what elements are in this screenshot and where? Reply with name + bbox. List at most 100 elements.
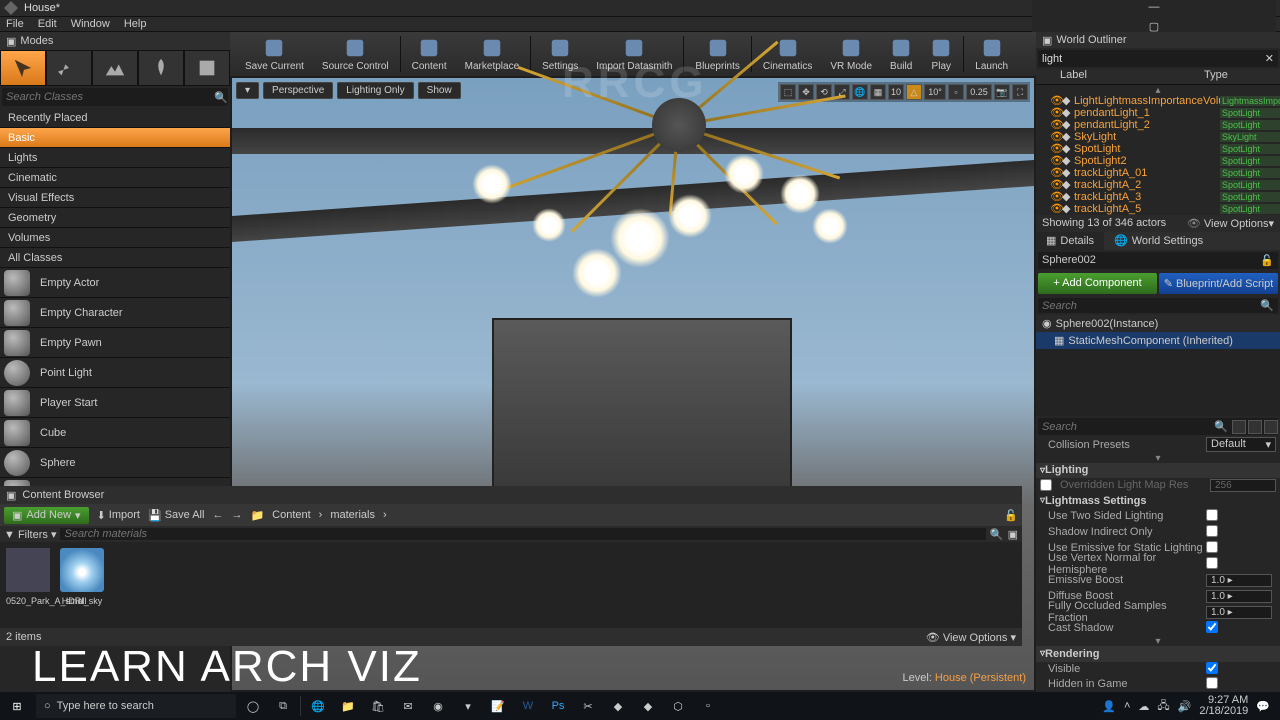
window-minimize[interactable]: — xyxy=(1147,0,1161,14)
tray-onedrive-icon[interactable]: ☁ xyxy=(1138,700,1149,713)
blueprint-button[interactable]: ✎ Blueprint/Add Script xyxy=(1159,273,1278,294)
cortana-icon[interactable]: ◯ xyxy=(240,693,266,719)
section-rendering[interactable]: ▿ Rendering xyxy=(1036,646,1280,661)
outliner-viewopts[interactable]: 👁 View Options▾ xyxy=(1187,217,1274,230)
section-lighting[interactable]: ▿ Lighting xyxy=(1036,463,1280,478)
actor-cube[interactable]: Cube xyxy=(0,418,230,448)
tb-ps[interactable]: Ps xyxy=(545,693,571,719)
mode-geometry[interactable] xyxy=(184,50,230,86)
prop-check[interactable] xyxy=(1206,557,1218,569)
tb-explorer[interactable]: 📁 xyxy=(335,693,361,719)
snap-angle-val[interactable]: 10° xyxy=(924,84,946,100)
import-button[interactable]: ⬇Import xyxy=(97,509,140,522)
snap-grid[interactable]: ▦ xyxy=(870,84,886,100)
cb-search-input[interactable] xyxy=(60,528,985,540)
add-component-button[interactable]: + Add Component xyxy=(1038,273,1157,294)
mode-landscape[interactable] xyxy=(92,50,138,86)
prop-numfield[interactable]: 1.0 ▸ xyxy=(1206,574,1272,587)
visibility-icon[interactable]: 👁 xyxy=(1050,202,1060,215)
tab-world-settings[interactable]: 🌐World Settings xyxy=(1104,232,1213,250)
details-matrix-icon[interactable] xyxy=(1232,420,1246,434)
category-recently-placed[interactable]: Recently Placed xyxy=(0,108,230,128)
actor-empty-actor[interactable]: Empty Actor xyxy=(0,268,230,298)
collision-expand[interactable]: ▾ xyxy=(1036,453,1280,463)
outliner-row[interactable]: 👁◆SkyLightSkyLight xyxy=(1036,131,1280,143)
actor-name-field[interactable]: Sphere002 🔓 xyxy=(1038,252,1278,269)
prop-check[interactable] xyxy=(1206,621,1218,633)
tb-notepad[interactable]: 📝 xyxy=(485,693,511,719)
prop-numfield[interactable]: 1.0 ▸ xyxy=(1206,590,1272,603)
tb-mail[interactable]: ✉ xyxy=(395,693,421,719)
taskview-icon[interactable]: ⧉ xyxy=(270,693,296,719)
outliner-row[interactable]: 👁◆pendantLight_1SpotLight xyxy=(1036,107,1280,119)
outliner-row[interactable]: 👁◆trackLightA_3SpotLight xyxy=(1036,191,1280,203)
tb-app3[interactable]: ▫ xyxy=(695,693,721,719)
tray-people-icon[interactable]: 👤 xyxy=(1102,700,1116,713)
viewport-show[interactable]: Show xyxy=(418,82,461,99)
breadcrumb-content[interactable]: Content xyxy=(272,509,311,521)
tray-up-icon[interactable]: ˄ xyxy=(1124,700,1130,712)
gizmo-select[interactable]: ⬚ xyxy=(780,84,796,100)
class-search[interactable]: 🔍 xyxy=(2,88,228,106)
tray-net-icon[interactable]: 🖧 xyxy=(1157,697,1169,716)
mode-paint[interactable] xyxy=(46,50,92,86)
override-lmr-field[interactable]: 256 xyxy=(1210,479,1276,492)
viewport-menu[interactable]: ▾ xyxy=(236,82,259,99)
outliner-row[interactable]: 👁◆SpotLight2SpotLight xyxy=(1036,155,1280,167)
filters-button[interactable]: ▼ Filters ▾ xyxy=(4,528,56,541)
tray-vol-icon[interactable]: 🔊 xyxy=(1178,700,1192,713)
category-visual-effects[interactable]: Visual Effects xyxy=(0,188,230,208)
snap-scale[interactable]: ▫ xyxy=(948,84,964,100)
outliner-search-input[interactable] xyxy=(1038,53,1261,65)
toolbar-launch[interactable]: Launch xyxy=(966,32,1017,76)
actor-empty-pawn[interactable]: Empty Pawn xyxy=(0,328,230,358)
lock-icon[interactable]: 🔓 xyxy=(1260,254,1274,267)
menu-window[interactable]: Window xyxy=(71,18,110,30)
lighting-expand[interactable]: ▾ xyxy=(1036,636,1280,646)
outliner-search[interactable]: ✕ xyxy=(1038,50,1278,67)
start-button[interactable]: ⊞ xyxy=(2,693,32,719)
asset-0520_park_a_small[interactable]: 0520_Park_A_small xyxy=(6,548,50,622)
category-all-classes[interactable]: All Classes xyxy=(0,248,230,268)
snap-angle[interactable]: △ xyxy=(906,84,922,100)
category-cinematic[interactable]: Cinematic xyxy=(0,168,230,188)
tb-edge[interactable]: 🌐 xyxy=(305,693,331,719)
menu-help[interactable]: Help xyxy=(124,18,147,30)
menu-edit[interactable]: Edit xyxy=(38,18,57,30)
prop-check[interactable] xyxy=(1206,509,1218,521)
details-eye-icon[interactable] xyxy=(1248,420,1262,434)
category-volumes[interactable]: Volumes xyxy=(0,228,230,248)
toolbar-save-current[interactable]: Save Current xyxy=(236,32,313,76)
outliner-row[interactable]: 👁◆trackLightA_5SpotLight xyxy=(1036,203,1280,215)
camera-speed[interactable]: 📷 xyxy=(994,84,1010,100)
section-lightmass[interactable]: ▿ Lightmass Settings xyxy=(1036,493,1280,508)
class-search-input[interactable] xyxy=(2,91,214,103)
details-filter-icon[interactable] xyxy=(1264,420,1278,434)
tb-ue4[interactable]: ⬡ xyxy=(665,693,691,719)
component-staticmesh[interactable]: ▦StaticMeshComponent (Inherited) xyxy=(1036,332,1280,349)
tb-vscode[interactable]: ▾ xyxy=(455,693,481,719)
actor-point-light[interactable]: Point Light xyxy=(0,358,230,388)
viewport-maximize[interactable]: ⛶ xyxy=(1012,84,1028,100)
actor-empty-character[interactable]: Empty Character xyxy=(0,298,230,328)
snap-scale-val[interactable]: 0.25 xyxy=(966,84,992,100)
category-geometry[interactable]: Geometry xyxy=(0,208,230,228)
category-lights[interactable]: Lights xyxy=(0,148,230,168)
folder-icon[interactable]: 📁 xyxy=(250,509,264,522)
tb-chrome[interactable]: ◉ xyxy=(425,693,451,719)
toolbar-vr-mode[interactable]: VR Mode xyxy=(821,32,881,76)
tb-word[interactable]: W xyxy=(515,693,541,719)
details-search[interactable]: 🔍 xyxy=(1038,418,1278,435)
category-basic[interactable]: Basic xyxy=(0,128,230,148)
tb-app2[interactable]: ◆ xyxy=(635,693,661,719)
actor-player-start[interactable]: Player Start xyxy=(0,388,230,418)
toolbar-marketplace[interactable]: Marketplace xyxy=(456,32,528,76)
saveall-button[interactable]: 💾Save All xyxy=(148,509,204,522)
component-search[interactable]: 🔍 xyxy=(1038,298,1278,313)
snap-grid-val[interactable]: 10 xyxy=(888,84,904,100)
outliner-row[interactable]: 👁◆trackLightA_01SpotLight xyxy=(1036,167,1280,179)
prop-check[interactable] xyxy=(1206,541,1218,553)
viewport-lit[interactable]: Lighting Only xyxy=(337,82,413,99)
mode-foliage[interactable] xyxy=(138,50,184,86)
cb-lock-icon[interactable]: 🔓 xyxy=(1004,509,1018,522)
